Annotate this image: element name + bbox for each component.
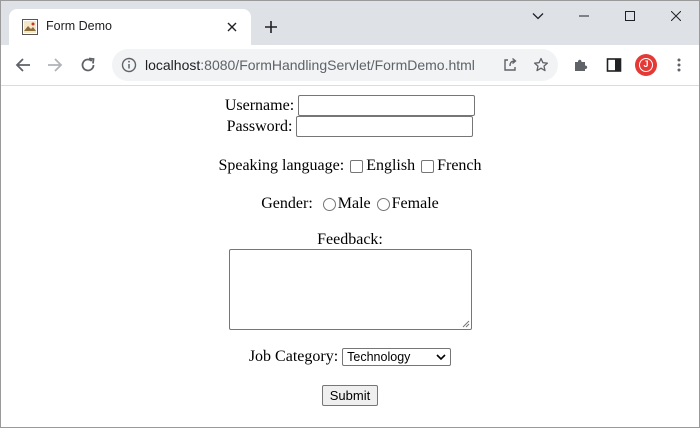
username-label: Username:: [224, 96, 295, 114]
password-row: Password:: [1, 116, 699, 137]
share-icon[interactable]: [500, 55, 520, 75]
french-label: French: [437, 157, 482, 174]
english-checkbox[interactable]: [350, 159, 364, 173]
feedback-textarea[interactable]: [228, 248, 472, 330]
info-icon[interactable]: [121, 57, 137, 73]
tab-strip: Form Demo: [1, 1, 699, 45]
star-icon[interactable]: [531, 55, 551, 75]
male-radio[interactable]: [322, 197, 336, 211]
username-input[interactable]: [298, 95, 476, 116]
close-icon[interactable]: [653, 1, 699, 31]
french-checkbox[interactable]: [421, 159, 435, 173]
english-label: English: [366, 157, 416, 174]
resize-grip-icon[interactable]: [462, 320, 470, 328]
gender-label: Gender:: [261, 195, 313, 212]
maximize-icon[interactable]: [607, 1, 653, 31]
browser-window: Form Demo localhost:8080/FormHandlingSer…: [0, 0, 700, 428]
male-label: Male: [337, 195, 371, 212]
plus-icon[interactable]: [260, 16, 282, 38]
gender-row: Gender: Male Female: [1, 193, 699, 215]
submit-row: Submit: [1, 385, 699, 406]
browser-toolbar: localhost:8080/FormHandlingServlet/FormD…: [1, 45, 699, 86]
tab-close-icon[interactable]: [223, 18, 241, 36]
password-label: Password:: [226, 117, 293, 135]
more-menu-icon[interactable]: [665, 51, 693, 79]
username-row: Username:: [1, 95, 699, 116]
password-input[interactable]: [296, 116, 474, 137]
extensions-puzzle-icon[interactable]: [567, 51, 595, 79]
url-host: localhost: [145, 57, 201, 73]
job-category-value: Technology: [347, 350, 411, 364]
avatar[interactable]: J: [635, 54, 657, 76]
url-text: localhost:8080/FormHandlingServlet/FormD…: [145, 57, 475, 73]
back-arrow-icon[interactable]: [9, 51, 37, 79]
language-label: Speaking language:: [218, 157, 345, 174]
side-panel-icon[interactable]: [600, 51, 628, 79]
forward-arrow-icon[interactable]: [41, 51, 69, 79]
feedback-label-row: Feedback:: [1, 230, 699, 250]
minimize-icon[interactable]: [561, 1, 607, 31]
url-path: :8080/FormHandlingServlet/FormDemo.html: [200, 57, 475, 73]
page-content: Username: Password: Speaking language: E…: [1, 87, 699, 427]
female-radio[interactable]: [376, 197, 390, 211]
address-bar[interactable]: localhost:8080/FormHandlingServlet/FormD…: [112, 49, 558, 81]
chevron-down-icon: [436, 354, 446, 361]
tab-form-demo[interactable]: Form Demo: [9, 9, 251, 45]
female-label: Female: [391, 195, 439, 212]
reload-icon[interactable]: [74, 51, 102, 79]
submit-button[interactable]: Submit: [321, 385, 379, 406]
avatar-initial: J: [639, 58, 653, 72]
language-row: Speaking language: English French: [1, 155, 699, 177]
image-favicon-icon: [22, 19, 38, 35]
job-category-select[interactable]: Technology: [342, 348, 452, 366]
tab-title: Form Demo: [46, 19, 112, 33]
job-row: Job Category: Technology: [1, 347, 699, 367]
feedback-row: [1, 248, 699, 330]
job-category-label: Job Category:: [248, 348, 339, 365]
feedback-label: Feedback:: [317, 231, 383, 248]
chevron-down-icon[interactable]: [515, 1, 561, 31]
